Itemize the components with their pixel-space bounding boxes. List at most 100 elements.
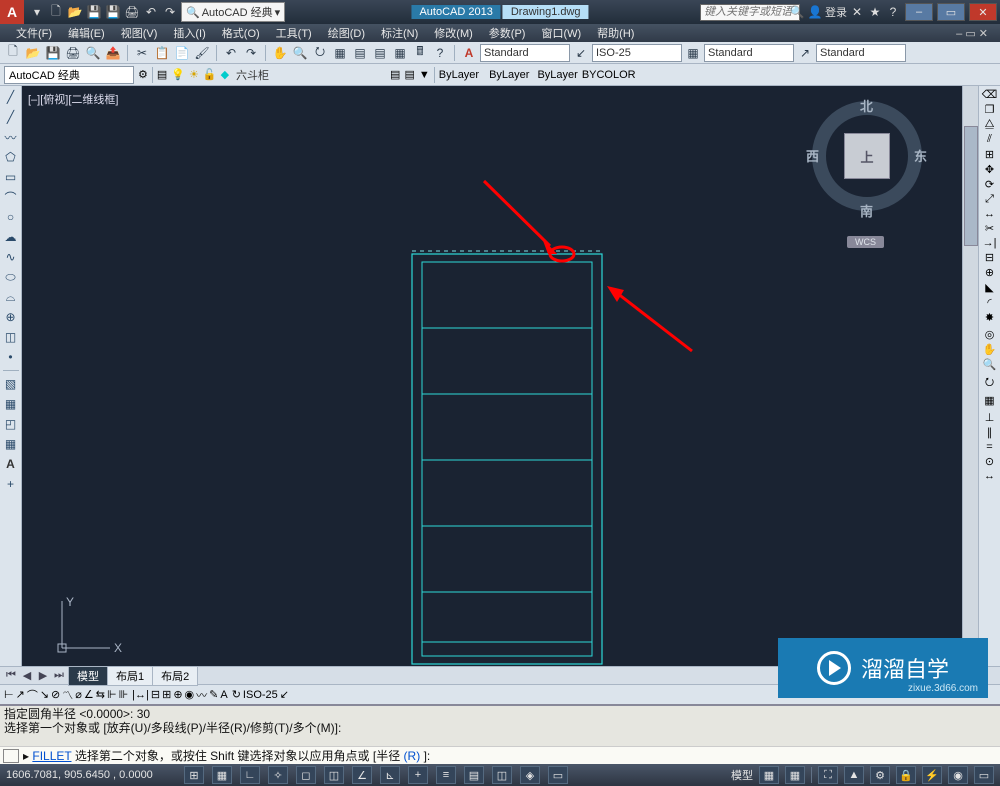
menu-draw[interactable]: 绘图(D)	[320, 24, 373, 42]
move-tool[interactable]: ✥	[985, 163, 994, 176]
new-icon[interactable]: 🗋	[48, 4, 64, 20]
stretch-tool[interactable]: ↔	[984, 208, 995, 220]
doc-close-icon[interactable]: – ▭ ✕	[956, 27, 992, 40]
mleader-combo[interactable]: Standard	[816, 44, 906, 62]
constraint-5[interactable]: ↔	[984, 470, 995, 482]
trim-tool[interactable]: ✂	[985, 222, 994, 235]
model-space-label[interactable]: 模型	[731, 767, 753, 783]
ellipsearc-tool[interactable]: ⌓	[2, 288, 20, 306]
new-btn[interactable]: 🗋	[4, 44, 22, 62]
publish-btn[interactable]: 📤	[104, 44, 122, 62]
textstyle-combo[interactable]: Standard	[480, 44, 570, 62]
line-tool[interactable]: ╱	[2, 88, 20, 106]
paste-btn[interactable]: 📄	[173, 44, 191, 62]
pline-tool[interactable]: 〰	[2, 128, 20, 146]
lineweight-combo[interactable]: ByLayer	[533, 69, 577, 81]
ducs-toggle[interactable]: ⊾	[380, 766, 400, 784]
point-tool[interactable]: •	[2, 348, 20, 366]
pan-btn[interactable]: ✋	[271, 44, 289, 62]
command-history[interactable]: 指定圆角半径 <0.0000>: 30 选择第一个对象或 [放弃(U)/多段线(…	[0, 706, 1000, 746]
preview-btn[interactable]: 🔍	[84, 44, 102, 62]
chamfer-tool[interactable]: ◣	[985, 281, 993, 294]
layeriso-icon[interactable]: ▤	[404, 68, 414, 81]
constraint-1[interactable]: ⊥	[985, 411, 995, 424]
sheet-set-btn[interactable]: ▤	[371, 44, 389, 62]
nav-pan[interactable]: ✋	[983, 343, 997, 356]
menu-modify[interactable]: 修改(M)	[426, 24, 481, 42]
clean-screen[interactable]: ▭	[974, 766, 994, 784]
stayconn-icon[interactable]: ★	[867, 4, 883, 20]
workspace-combo[interactable]: AutoCAD 经典	[4, 66, 134, 84]
signin-label[interactable]: 登录	[825, 4, 847, 20]
nav-wheel[interactable]: ◎	[985, 328, 995, 341]
command-line[interactable]: ▸ FILLET 选择第二个对象，或按住 Shift 键选择对象以应用角点或 […	[0, 746, 1000, 764]
dim-arc[interactable]: ⌒	[27, 687, 38, 703]
orbit-btn[interactable]: ⭮	[311, 44, 329, 62]
workspace-quick-select[interactable]: 🔍AutoCAD 经典▾	[181, 2, 285, 22]
layer-props-icon[interactable]: ▤	[157, 68, 167, 81]
save-icon[interactable]: 💾	[86, 4, 102, 20]
ws-switch[interactable]: ⚙	[870, 766, 890, 784]
window-minimize[interactable]: –	[905, 3, 933, 21]
block-tool[interactable]: ◫	[2, 328, 20, 346]
tab-last-icon[interactable]: ⏭	[52, 669, 66, 683]
match-btn[interactable]: 🖌	[193, 44, 211, 62]
dimstyle-combo[interactable]: ISO-25	[592, 44, 682, 62]
dim-cont[interactable]: ⊪	[119, 688, 129, 701]
scale-tool[interactable]: ⤢	[985, 193, 994, 206]
mirror-tool[interactable]: ⧋	[985, 118, 995, 131]
grid-toggle[interactable]: ▦	[212, 766, 232, 784]
tpy-toggle[interactable]: ▤	[464, 766, 484, 784]
dim-style-mgr[interactable]: ↙	[280, 688, 289, 701]
lock-ui[interactable]: 🔒	[896, 766, 916, 784]
region-tool[interactable]: ◰	[2, 415, 20, 433]
dim-style-combo[interactable]: ISO-25	[243, 689, 278, 701]
plot-btn[interactable]: 🖨	[64, 44, 82, 62]
infocenter-icon[interactable]: 🔍	[789, 4, 805, 20]
dim-jog[interactable]: 〽	[62, 687, 73, 703]
layer-color-icon[interactable]: ◆	[221, 68, 229, 81]
otrack-toggle[interactable]: ∠	[352, 766, 372, 784]
textstyle-icon[interactable]: A	[460, 44, 478, 62]
tablestyle-icon[interactable]: ▦	[684, 44, 702, 62]
save-btn[interactable]: 💾	[44, 44, 62, 62]
dim-space[interactable]: |↔|	[132, 689, 149, 701]
menu-window[interactable]: 窗口(W)	[533, 24, 589, 42]
dim-radius[interactable]: ⊘	[51, 688, 60, 701]
insert-tool[interactable]: ⊕	[2, 308, 20, 326]
gradient-tool[interactable]: ▦	[2, 395, 20, 413]
drawing-canvas[interactable]: [–][俯视][二维线框] Y	[22, 86, 962, 666]
dim-linear[interactable]: ⊢	[4, 688, 14, 701]
menu-tools[interactable]: 工具(T)	[268, 24, 320, 42]
help-search-input[interactable]	[700, 4, 800, 21]
xline-tool[interactable]: ╱	[2, 108, 20, 126]
inspect[interactable]: ◉	[185, 688, 195, 701]
window-maximize[interactable]: ▭	[937, 3, 965, 21]
dim-base[interactable]: ⊩	[107, 688, 117, 701]
circle-tool[interactable]: ○	[2, 208, 20, 226]
tab-prev-icon[interactable]: ◀	[20, 669, 34, 683]
hatch-tool[interactable]: ▧	[2, 375, 20, 393]
ortho-toggle[interactable]: ∟	[240, 766, 260, 784]
table-tool[interactable]: ▦	[2, 435, 20, 453]
tab-model[interactable]: 模型	[68, 666, 108, 686]
undo-btn[interactable]: ↶	[222, 44, 240, 62]
spline-tool[interactable]: ∿	[2, 248, 20, 266]
redo-btn[interactable]: ↷	[242, 44, 260, 62]
menu-dropdown-icon[interactable]: ▾	[29, 4, 45, 20]
vertical-scrollbar[interactable]	[962, 86, 978, 666]
redo-icon[interactable]: ↷	[162, 4, 178, 20]
menu-edit[interactable]: 编辑(E)	[60, 24, 113, 42]
menu-file[interactable]: 文件(F)	[8, 24, 60, 42]
isolate[interactable]: ◉	[948, 766, 968, 784]
constraint-2[interactable]: ∥	[987, 426, 993, 439]
constraint-3[interactable]: =	[986, 441, 992, 453]
dim-tedit[interactable]: A	[220, 689, 227, 701]
sc-toggle[interactable]: ◈	[520, 766, 540, 784]
mleader-icon[interactable]: ↗	[796, 44, 814, 62]
rotate-tool[interactable]: ⟳	[985, 178, 994, 191]
menu-insert[interactable]: 插入(I)	[165, 24, 213, 42]
explode-tool[interactable]: ✸	[985, 311, 994, 324]
dyn-toggle[interactable]: +	[408, 766, 428, 784]
dim-quick[interactable]: ⇆	[96, 688, 105, 701]
